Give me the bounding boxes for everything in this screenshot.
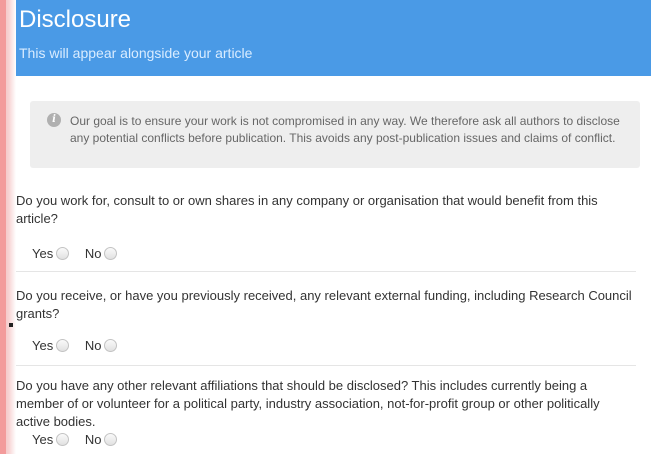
info-text: Our goal is to ensure your work is not c…	[70, 114, 620, 145]
left-edge-decoration	[0, 0, 16, 454]
question-1-no-option[interactable]: No	[85, 246, 118, 261]
divider	[16, 271, 636, 272]
question-1-no-radio[interactable]	[104, 247, 118, 260]
question-3-text: Do you have any other relevant affiliati…	[16, 378, 600, 429]
question-3-options: Yes No	[32, 432, 129, 447]
question-2-yes-label: Yes	[32, 338, 54, 353]
question-2-no-option[interactable]: No	[85, 338, 118, 353]
question-2-no-radio[interactable]	[104, 339, 118, 352]
question-3-yes-option[interactable]: Yes	[32, 432, 70, 447]
info-box: i Our goal is to ensure your work is not…	[30, 101, 640, 168]
question-3-no-label: No	[84, 432, 102, 447]
question-2-yes-option[interactable]: Yes	[32, 338, 70, 353]
bullet-mark	[9, 323, 13, 327]
left-edge-stripe	[0, 0, 6, 454]
question-1-yes-option[interactable]: Yes	[32, 246, 70, 261]
question-2-text: Do you receive, or have you previously r…	[16, 288, 632, 321]
question-3-yes-label: Yes	[32, 432, 54, 447]
question-3-no-option[interactable]: No	[85, 432, 118, 447]
question-3-no-radio[interactable]	[104, 433, 118, 446]
page-subtitle: This will appear alongside your article	[19, 45, 253, 61]
question-1-yes-label: Yes	[32, 246, 54, 261]
page-title: Disclosure	[19, 6, 132, 33]
question-2-no-label: No	[84, 338, 102, 353]
panel-header: Disclosure This will appear alongside yo…	[16, 0, 651, 76]
disclosure-panel: Disclosure This will appear alongside yo…	[16, 0, 651, 454]
divider	[16, 365, 636, 366]
question-1-no-label: No	[84, 246, 102, 261]
question-2-options: Yes No	[32, 338, 129, 353]
question-1-options: Yes No	[32, 246, 129, 261]
question-1-text: Do you work for, consult to or own share…	[16, 193, 598, 226]
question-3-yes-radio[interactable]	[56, 433, 70, 446]
question-1-yes-radio[interactable]	[56, 247, 70, 260]
question-2-yes-radio[interactable]	[56, 339, 70, 352]
info-icon: i	[47, 113, 61, 127]
